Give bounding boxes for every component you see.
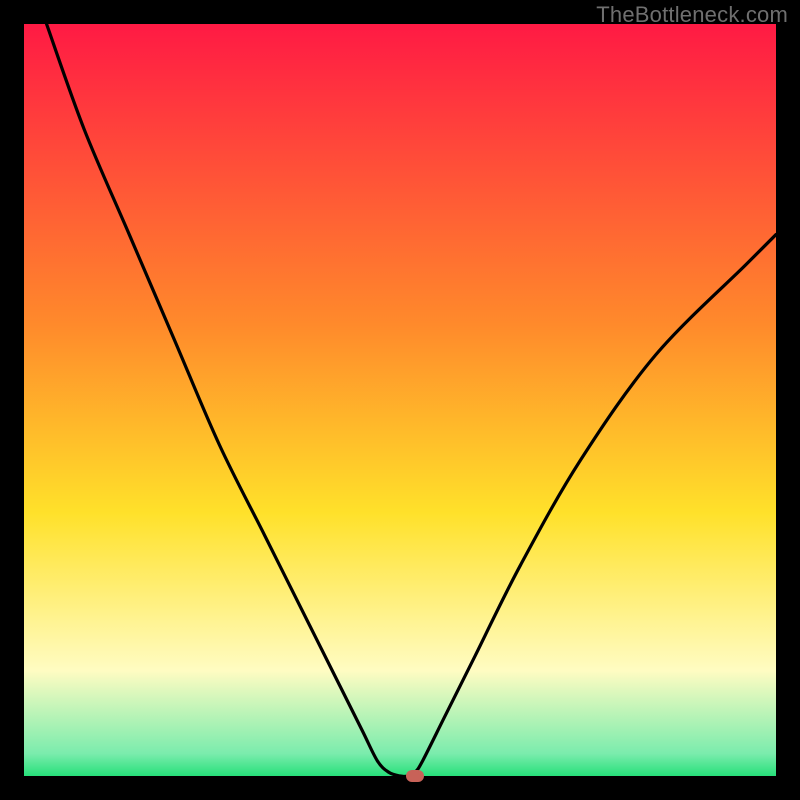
chart-frame: TheBottleneck.com (0, 0, 800, 800)
watermark-text: TheBottleneck.com (596, 2, 788, 28)
bottleneck-curve (24, 24, 776, 776)
min-marker (406, 770, 424, 782)
plot-area (24, 24, 776, 776)
